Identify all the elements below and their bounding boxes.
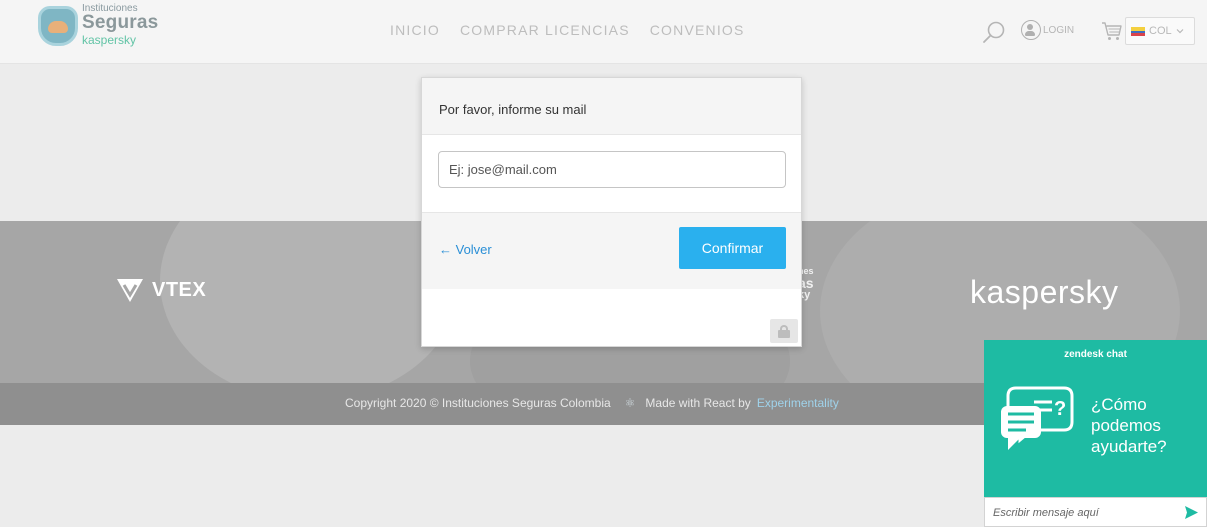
modal-header: Por favor, informe su mail bbox=[422, 78, 801, 135]
chat-greeting-line: podemos bbox=[1091, 416, 1161, 435]
modal-footer: ← Volver Confirmar bbox=[422, 212, 801, 289]
footer-text: Copyright 2020 © Instituciones Seguras C… bbox=[345, 396, 839, 410]
copyright-text: Copyright 2020 © Instituciones Seguras C… bbox=[345, 396, 611, 410]
lock-button[interactable] bbox=[770, 319, 798, 343]
flag-colombia-icon bbox=[1131, 26, 1145, 36]
react-icon: ⚛ bbox=[624, 396, 636, 410]
send-icon[interactable] bbox=[1184, 505, 1199, 520]
zendesk-chat-widget[interactable]: zendesk chat ? ¿Cómo podemos ayudarte? E… bbox=[984, 340, 1207, 527]
chat-greeting-line: ayudarte? bbox=[1091, 437, 1167, 456]
instituciones-seguras-logo[interactable]: Instituciones Seguras kaspersky bbox=[38, 2, 168, 48]
svg-text:?: ? bbox=[1054, 398, 1066, 420]
chat-greeting: ¿Cómo podemos ayudarte? bbox=[1091, 394, 1167, 457]
made-with-text: Made with React by bbox=[645, 396, 751, 410]
logo-line-3: kaspersky bbox=[82, 33, 137, 47]
search-icon[interactable] bbox=[981, 20, 1007, 46]
email-modal: Por favor, informe su mail ← Volver Conf… bbox=[421, 77, 802, 347]
currency-label: COL bbox=[1149, 25, 1172, 37]
main-nav: INICIO COMPRAR LICENCIAS CONVENIOS bbox=[390, 22, 745, 38]
email-input[interactable] bbox=[438, 151, 786, 188]
vtex-label: VTEX bbox=[152, 278, 207, 301]
cart-icon[interactable] bbox=[1101, 20, 1123, 42]
login-label: LOGIN bbox=[1043, 24, 1075, 36]
shield-logo-icon bbox=[38, 6, 78, 46]
vtex-mark-icon bbox=[117, 279, 143, 302]
experimentality-link[interactable]: Experimentality bbox=[757, 396, 839, 410]
nav-item-inicio[interactable]: INICIO bbox=[390, 22, 440, 38]
currency-select[interactable]: COL bbox=[1125, 17, 1195, 45]
chat-greeting-line: ¿Cómo bbox=[1091, 395, 1147, 414]
modal-title: Por favor, informe su mail bbox=[439, 102, 587, 117]
chat-input-placeholder: Escribir mensaje aquí bbox=[993, 507, 1099, 519]
chevron-down-icon bbox=[1176, 29, 1184, 34]
site-header: Instituciones Seguras kaspersky INICIO C… bbox=[0, 0, 1207, 64]
logo-line-2: Seguras bbox=[82, 12, 159, 33]
chat-message-input[interactable]: Escribir mensaje aquí bbox=[984, 497, 1207, 527]
kaspersky-logo: kaspersky bbox=[970, 274, 1119, 310]
nav-item-convenios[interactable]: CONVENIOS bbox=[650, 22, 745, 38]
back-link[interactable]: ← Volver bbox=[439, 242, 492, 257]
lock-icon bbox=[778, 325, 790, 338]
chat-bubble-icon: ? bbox=[1001, 386, 1074, 450]
nav-item-comprar-licencias[interactable]: COMPRAR LICENCIAS bbox=[460, 22, 630, 38]
user-icon bbox=[1021, 20, 1041, 40]
chat-brand: zendesk chat bbox=[1064, 349, 1127, 360]
vtex-logo: VTEX bbox=[116, 276, 206, 304]
confirm-button[interactable]: Confirmar bbox=[679, 227, 786, 269]
login-button[interactable]: LOGIN bbox=[1021, 20, 1074, 40]
